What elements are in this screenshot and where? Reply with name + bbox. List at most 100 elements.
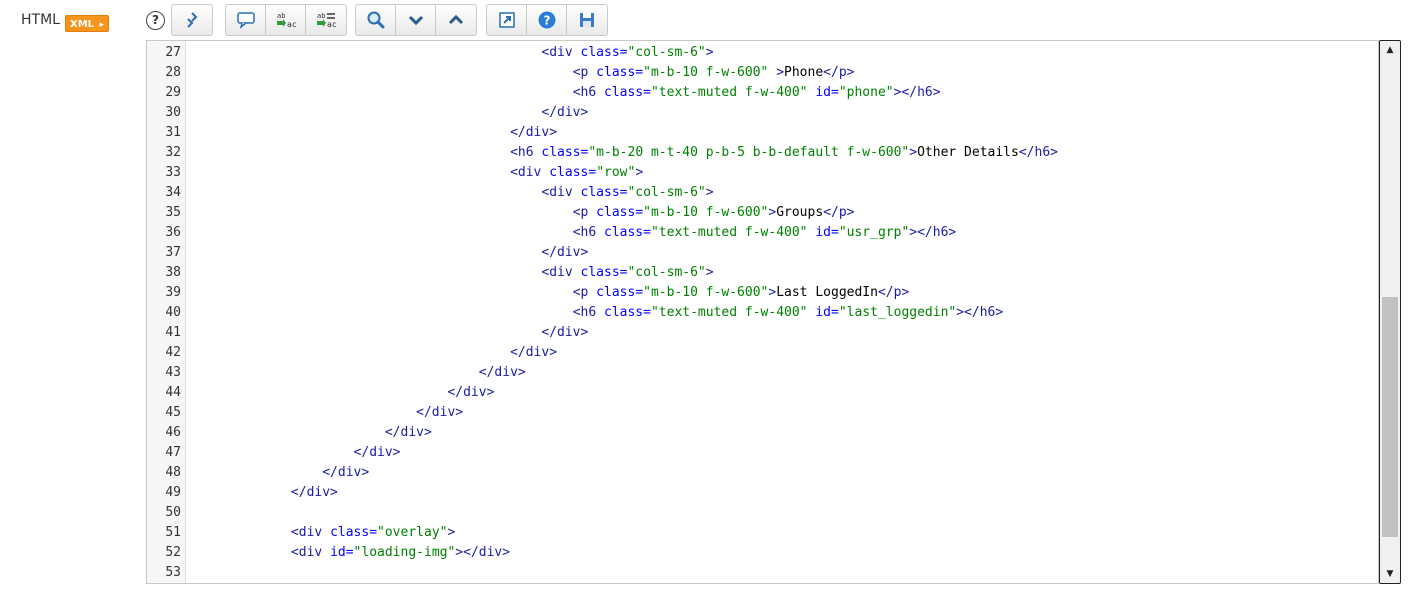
line-number: 50: [165, 505, 181, 520]
line-number: 38: [165, 265, 181, 280]
code-line[interactable]: 42 </div>: [147, 343, 1378, 363]
replace-all-button[interactable]: ab ac: [306, 5, 346, 35]
code-line[interactable]: 46 </div>: [147, 423, 1378, 443]
code-token: id=: [807, 225, 839, 240]
scroll-up-icon[interactable]: ▲: [1380, 42, 1400, 58]
code-text: <div class="col-sm-6">: [197, 43, 714, 63]
search-button[interactable]: [356, 5, 396, 35]
code-token: <h6: [572, 85, 604, 100]
code-token: class=: [604, 305, 651, 320]
code-line[interactable]: 41 </div>: [147, 323, 1378, 343]
code-line[interactable]: 33 <div class="row">: [147, 163, 1378, 183]
code-line[interactable]: 53: [147, 563, 1378, 583]
code-line[interactable]: 45 </div>: [147, 403, 1378, 423]
line-number: 36: [165, 225, 181, 240]
line-number: 39: [165, 285, 181, 300]
code-line[interactable]: 49 </div>: [147, 483, 1378, 503]
code-token: class=: [596, 205, 644, 220]
line-number: 34: [165, 185, 181, 200]
code-line[interactable]: 29 <h6 class="text-muted f-w-400" id="ph…: [147, 83, 1378, 103]
code-line[interactable]: 44 </div>: [147, 383, 1378, 403]
code-token: class=: [580, 45, 628, 60]
code-text: <div class="overlay">: [197, 523, 455, 543]
xml-badge[interactable]: XML ▸: [65, 15, 109, 32]
line-number: 37: [165, 245, 181, 260]
replace-all-icon: abac: [317, 12, 337, 29]
code-token: >: [705, 45, 714, 60]
code-line[interactable]: 32 <h6 class="m-b-20 m-t-40 p-b-5 b-b-de…: [147, 143, 1378, 163]
svg-text:ac: ac: [327, 20, 337, 29]
code-token: </p>: [823, 65, 855, 80]
expand-icon: [498, 12, 515, 28]
code-editor[interactable]: 27 <div class="col-sm-6"> 28 <p class="m-…: [146, 40, 1379, 584]
find-previous-button[interactable]: [436, 5, 476, 35]
code-text: </div>: [197, 423, 432, 443]
scrollbar-thumb[interactable]: [1382, 297, 1398, 537]
code-token: <h6: [572, 225, 604, 240]
replace-button[interactable]: ab ac: [266, 5, 306, 35]
format-button[interactable]: [172, 5, 212, 35]
code-line[interactable]: 27 <div class="col-sm-6">: [147, 43, 1378, 63]
line-number: 31: [165, 125, 181, 140]
code-line[interactable]: 37 </div>: [147, 243, 1378, 263]
code-line[interactable]: 30 </div>: [147, 103, 1378, 123]
code-text: </div>: [197, 123, 557, 143]
xml-badge-text: XML: [70, 19, 95, 30]
code-line[interactable]: 38 <div class="col-sm-6">: [147, 263, 1378, 283]
code-line[interactable]: 36 <h6 class="text-muted f-w-400" id="us…: [147, 223, 1378, 243]
badge-arrow-icon: ▸: [99, 20, 104, 30]
replace-icon: abac: [276, 12, 296, 29]
scroll-down-icon[interactable]: ▼: [1380, 566, 1400, 582]
vertical-scrollbar[interactable]: ▲ ▼: [1379, 40, 1401, 584]
code-token: Phone: [784, 65, 824, 80]
code-line[interactable]: 43 </div>: [147, 363, 1378, 383]
line-number: 29: [165, 85, 181, 100]
code-line[interactable]: 34 <div class="col-sm-6">: [147, 183, 1378, 203]
code-line[interactable]: 31 </div>: [147, 123, 1378, 143]
code-line[interactable]: 39 <p class="m-b-10 f-w-600">Last Logged…: [147, 283, 1378, 303]
code-text: <p class="m-b-10 f-w-600">Groups</p>: [197, 203, 855, 223]
code-token: class=: [596, 285, 644, 300]
code-line[interactable]: 47 </div>: [147, 443, 1378, 463]
code-token: class=: [580, 185, 628, 200]
expand-button[interactable]: [487, 5, 527, 35]
code-token: "col-sm-6": [627, 265, 706, 280]
help-circle-icon[interactable]: ?: [146, 11, 165, 30]
code-token: <div: [290, 545, 331, 560]
code-line[interactable]: 35 <p class="m-b-10 f-w-600">Groups</p>: [147, 203, 1378, 223]
code-token: "m-b-10 f-w-600": [643, 65, 769, 80]
code-text: </div>: [197, 443, 401, 463]
code-text: <div id="loading-img"></div>: [197, 543, 510, 563]
code-line[interactable]: 40 <h6 class="text-muted f-w-400" id="la…: [147, 303, 1378, 323]
toolbar-group-format: [171, 4, 213, 36]
search-icon: [367, 11, 384, 29]
code-line[interactable]: 48 </div>: [147, 463, 1378, 483]
help-button[interactable]: ?: [527, 5, 567, 35]
code-line[interactable]: 28 <p class="m-b-10 f-w-600" >Phone</p>: [147, 63, 1378, 83]
code-text: </div>: [197, 363, 526, 383]
code-line[interactable]: 50: [147, 503, 1378, 523]
code-text: </div>: [197, 483, 338, 503]
comment-button[interactable]: [226, 5, 266, 35]
code-line[interactable]: 51 <div class="overlay">: [147, 523, 1378, 543]
save-button[interactable]: [567, 5, 607, 35]
find-next-button[interactable]: [396, 5, 436, 35]
code-line[interactable]: 52 <div id="loading-img"></div>: [147, 543, 1378, 563]
code-token: "m-b-20 m-t-40 p-b-5 b-b-default f-w-600…: [588, 145, 910, 160]
toolbar-group-search: [355, 4, 477, 36]
find-previous-icon: [448, 14, 464, 25]
code-token: "m-b-10 f-w-600": [643, 285, 769, 300]
code-token: </div>: [290, 485, 338, 500]
